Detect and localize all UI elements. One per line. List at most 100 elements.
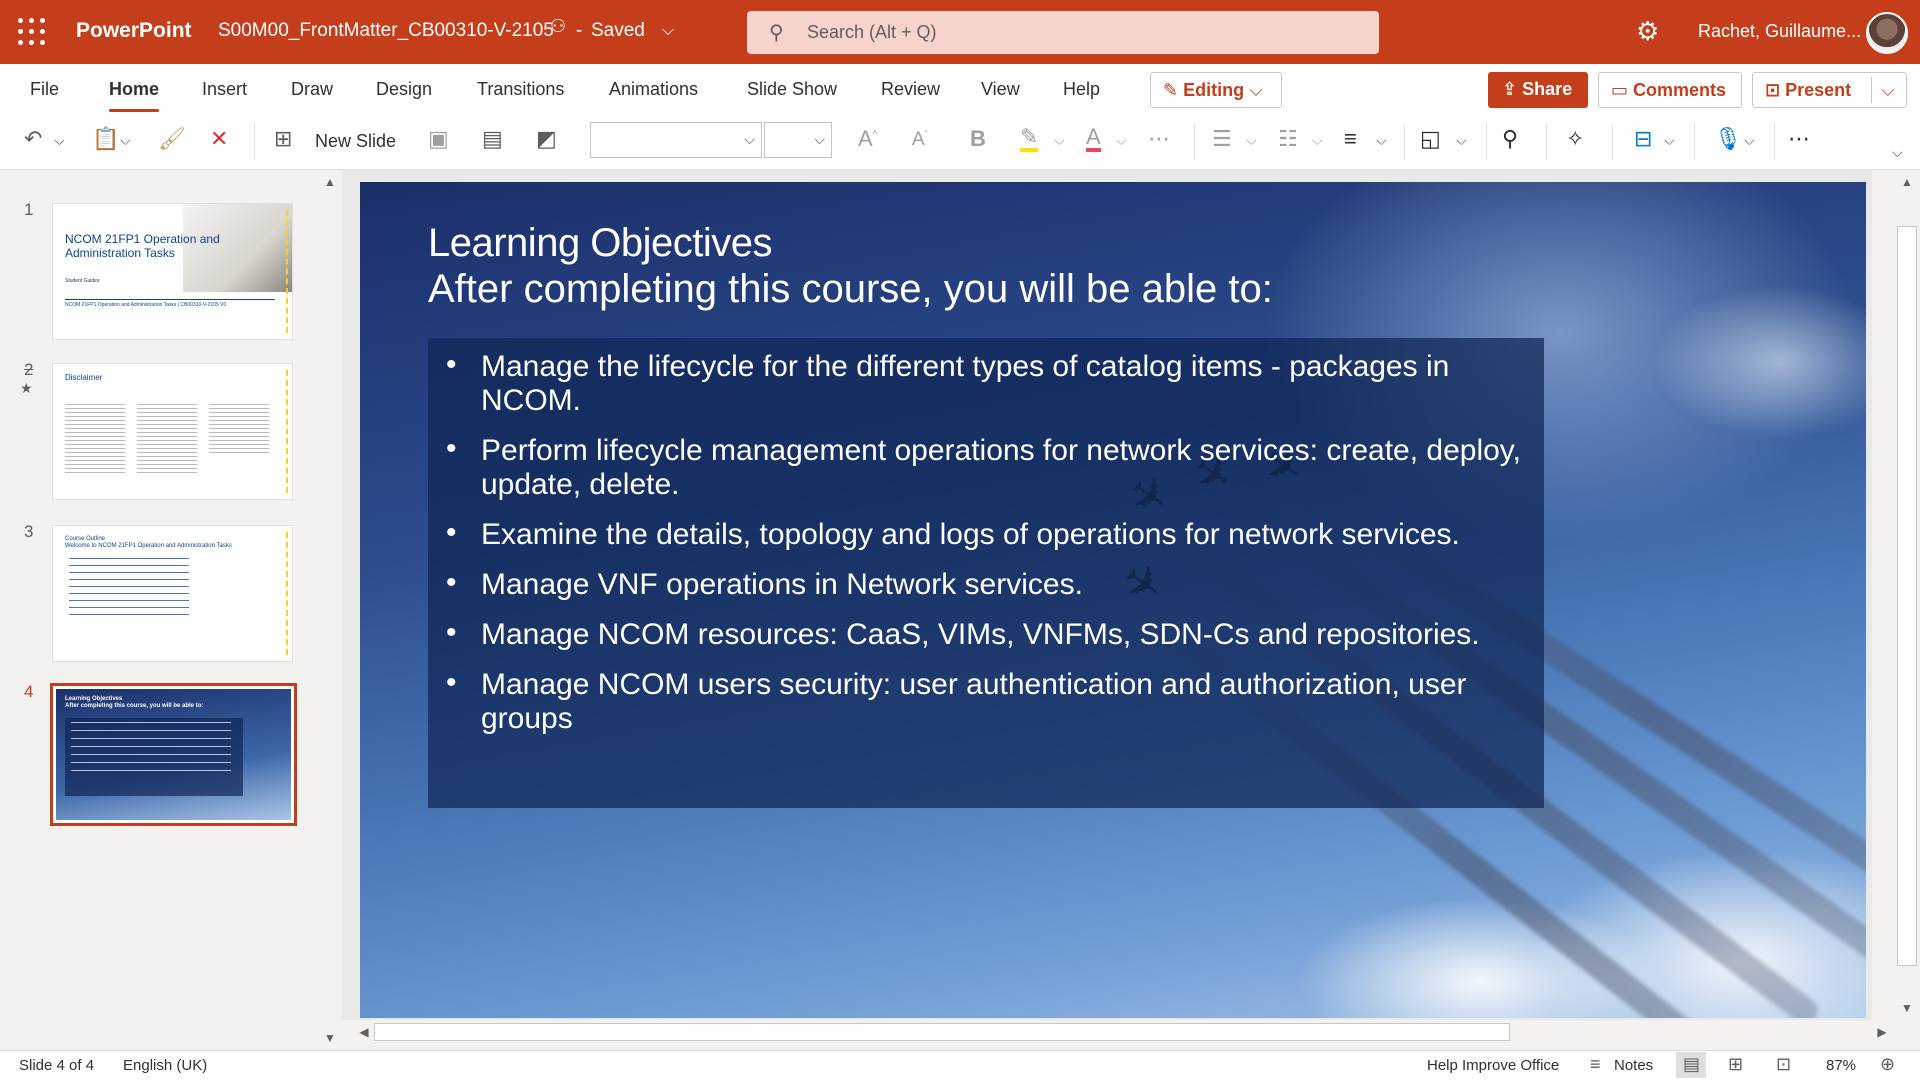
find-icon[interactable]: ⚲ [1502, 126, 1518, 152]
tab-transitions[interactable]: Transitions [477, 79, 564, 100]
scroll-down-icon[interactable]: ▼ [1895, 996, 1919, 1020]
bold-icon[interactable]: B [970, 126, 986, 152]
help-improve-office[interactable]: Help Improve Office [1427, 1057, 1559, 1074]
scroll-up-icon[interactable]: ▲ [1895, 170, 1919, 194]
slide-4[interactable]: ✈ ✈ ✈ ✈ Learning Objectives After comple… [360, 182, 1866, 1018]
new-slide-button[interactable]: New Slide [315, 131, 396, 152]
canvas-vertical-scrollbar[interactable]: ▲ ▼ [1894, 170, 1920, 1020]
scroll-down-icon[interactable]: ▼ [318, 1026, 342, 1050]
chevron-down-icon[interactable]: ⌵ [1246, 132, 1257, 149]
background-icon[interactable]: ◩ [536, 126, 557, 152]
chevron-down-icon[interactable]: ⌵ [54, 132, 65, 149]
slide-content-box[interactable]: Manage the lifecycle for the different t… [428, 338, 1544, 808]
tab-slide-show[interactable]: Slide Show [747, 79, 837, 100]
editing-mode-button[interactable]: ✎ Editing ⌵ [1150, 72, 1282, 108]
tab-file[interactable]: File [30, 79, 59, 100]
chevron-down-icon[interactable]: ⌵ [1456, 132, 1467, 149]
app-launcher-icon[interactable] [18, 18, 46, 46]
share-icon: ⇪ [1502, 79, 1518, 99]
pencil-icon: ✎ [1163, 80, 1179, 100]
document-name[interactable]: S00M00_FrontMatter_CB00310-V-2105 [218, 20, 554, 42]
gear-icon[interactable]: ⚙ [1636, 16, 1659, 47]
thumbnails-scrollbar[interactable]: ▲ ▼ [318, 170, 342, 1050]
title-bar: PowerPoint S00M00_FrontMatter_CB00310-V-… [0, 0, 1920, 64]
fit-to-window-icon[interactable]: ⊕ [1880, 1054, 1895, 1075]
sensitivity-icon[interactable]: ⊟ [1634, 126, 1652, 152]
designer-icon[interactable]: ✧ [1566, 126, 1584, 152]
shrink-font-icon[interactable]: Aˇ [912, 129, 928, 151]
more-font-icon[interactable]: ⋯ [1148, 126, 1170, 152]
undo-icon[interactable]: ↶ [24, 126, 42, 152]
transition-star-icon: ★ [20, 380, 33, 396]
format-painter-icon[interactable]: 🖌 [158, 126, 186, 152]
chevron-down-icon[interactable]: ⌵ [1376, 132, 1387, 149]
grow-font-icon[interactable]: A^ [858, 126, 877, 152]
chevron-down-icon[interactable]: ⌵ [1881, 80, 1895, 101]
numbering-icon[interactable]: ☷ [1278, 126, 1298, 152]
chevron-down-icon[interactable]: ⌵ [662, 22, 674, 40]
scrollbar-thumb[interactable] [374, 1023, 1510, 1041]
chevron-down-icon[interactable]: ⌵ [1312, 132, 1323, 149]
chevron-down-icon[interactable]: ⌵ [120, 132, 131, 149]
canvas-horizontal-scrollbar[interactable]: ◀ ▶ [352, 1020, 1894, 1044]
tab-draw[interactable]: Draw [291, 79, 333, 100]
highlight-icon[interactable]: ✎ [1020, 126, 1039, 152]
more-icon[interactable]: ⋯ [1788, 126, 1810, 152]
slide-thumbnail-4[interactable]: Learning Objectives After completing thi… [50, 683, 297, 826]
slide-thumbnail-2[interactable]: Disclaimer [52, 363, 293, 500]
tab-animations[interactable]: Animations [609, 79, 698, 100]
bullets-icon[interactable]: ☰ [1212, 126, 1232, 152]
reuse-slides-icon[interactable]: ▣ [428, 126, 449, 152]
tab-home[interactable]: Home [109, 79, 160, 112]
chevron-down-icon[interactable]: ⌵ [1054, 132, 1065, 149]
tab-help[interactable]: Help [1063, 79, 1100, 100]
collapse-ribbon-icon[interactable]: ⌵ [1892, 144, 1903, 161]
tab-view[interactable]: View [981, 79, 1020, 100]
slide-canvas: ✈ ✈ ✈ ✈ Learning Objectives After comple… [342, 170, 1872, 1020]
dictate-icon[interactable]: 🎙 [1714, 126, 1742, 152]
slide-sorter-icon[interactable]: ⊞ [1728, 1054, 1743, 1075]
avatar[interactable] [1866, 12, 1908, 54]
search-placeholder: Search (Alt + Q) [807, 22, 937, 42]
scroll-left-icon[interactable]: ◀ [352, 1020, 376, 1044]
tab-design[interactable]: Design [376, 79, 432, 100]
reading-view-icon[interactable]: ⊡ [1776, 1054, 1791, 1075]
chevron-down-icon[interactable]: ⌵ [1116, 132, 1127, 149]
tab-insert[interactable]: Insert [202, 79, 247, 100]
comments-button[interactable]: ▭ Comments [1598, 72, 1742, 108]
slide-title[interactable]: Learning Objectives After completing thi… [428, 220, 1273, 312]
zoom-level[interactable]: 87% [1826, 1057, 1856, 1074]
tab-review[interactable]: Review [881, 79, 940, 100]
new-slide-icon[interactable]: ⊞ [274, 126, 292, 152]
list-item: Manage NCOM resources: CaaS, VIMs, VNFMs… [446, 616, 1526, 652]
font-size-box[interactable]: ⌵ [764, 122, 832, 158]
search-box[interactable]: ⚲ Search (Alt + Q) [747, 11, 1379, 54]
chevron-down-icon[interactable]: ⌵ [1664, 132, 1675, 149]
user-name[interactable]: Rachet, Guillaume... [1698, 21, 1861, 42]
language[interactable]: English (UK) [123, 1057, 207, 1074]
notes-button[interactable]: Notes [1614, 1057, 1653, 1074]
delete-icon[interactable]: ✕ [210, 126, 228, 152]
slide-thumbnail-3[interactable]: Course Outline Welcome to NCOM 21FP1 Ope… [52, 525, 293, 662]
scrollbar-thumb[interactable] [1897, 226, 1917, 966]
slide-thumbnail-1[interactable]: NCOM 21FP1 Operation and Administration … [52, 203, 293, 340]
shared-users-icon[interactable]: ⚇ [550, 16, 566, 37]
paste-icon[interactable]: 📋 [92, 126, 119, 152]
slide-number: 4 [24, 682, 34, 701]
share-button[interactable]: ⇪ Share [1488, 72, 1588, 108]
font-color-icon[interactable]: A [1086, 126, 1101, 152]
save-status[interactable]: Saved [591, 20, 645, 42]
font-name-box[interactable]: ⌵ [590, 122, 762, 158]
present-button[interactable]: ⊡ Present ⌵ [1752, 72, 1907, 108]
notes-icon[interactable]: ≡ [1590, 1054, 1601, 1075]
layout-icon[interactable]: ▤ [482, 126, 503, 152]
align-icon[interactable]: ≡ [1344, 126, 1357, 152]
shapes-icon[interactable]: ◱ [1420, 126, 1441, 152]
comment-icon: ▭ [1611, 80, 1629, 100]
app-name[interactable]: PowerPoint [76, 19, 192, 43]
chevron-down-icon[interactable]: ⌵ [1744, 132, 1755, 149]
scroll-up-icon[interactable]: ▲ [318, 170, 342, 194]
slide-number: 1 [24, 200, 34, 219]
scroll-right-icon[interactable]: ▶ [1870, 1020, 1894, 1044]
ribbon-tabs: File Home Insert Draw Design Transitions… [0, 64, 1920, 114]
